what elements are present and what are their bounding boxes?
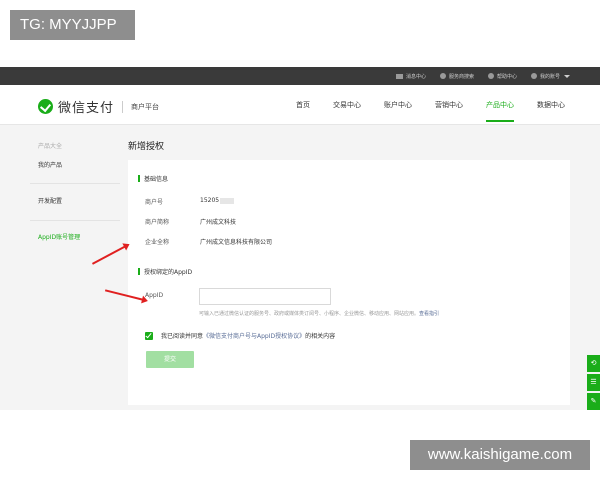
topbar-messages-label: 消息中心 <box>405 73 426 80</box>
sidebar-item-dev-config[interactable]: 开发配置 <box>38 196 62 205</box>
topbar-account[interactable]: 我的账号 <box>530 73 570 80</box>
agreement-checkbox[interactable] <box>145 331 153 340</box>
nav-data[interactable]: 数据中心 <box>537 85 565 125</box>
nav-account[interactable]: 账户中心 <box>384 85 412 125</box>
help-icon <box>487 73 494 79</box>
topbar-help[interactable]: 帮助中心 <box>487 73 517 80</box>
sidebar-divider <box>30 183 120 184</box>
merchant-id-value: 15205 <box>200 197 235 204</box>
top-utility-bar: 消息中心 服务商搜索 帮助中心 我的账号 <box>0 67 600 85</box>
company-name-value: 广州成文信息科技有限公司 <box>200 239 273 246</box>
agreement-prefix: 我已阅读并同意 <box>161 333 204 340</box>
logo-divider <box>122 100 124 113</box>
agreement-suffix: 的相关内容 <box>305 333 336 340</box>
wechat-pay-logo-icon <box>38 99 53 114</box>
topbar-service-label: 服务商搜索 <box>448 73 474 80</box>
merchant-id-label: 商户号 <box>145 199 164 206</box>
appid-hint: 可输入已通过微信认证的服务号、政府或媒体类订阅号、小程序、企业微信、移动应用、网… <box>199 310 439 317</box>
topbar-messages[interactable]: 消息中心 <box>395 73 426 80</box>
form-panel: 基础信息 商户号 15205 商户简称 广州成文科技 企业全称 广州成文信息科技… <box>128 160 570 405</box>
mail-icon <box>395 73 403 79</box>
section-basic-info: 基础信息 <box>138 174 168 183</box>
view-guide-link[interactable]: 查看指引 <box>419 311 439 317</box>
sidebar-item-my-products[interactable]: 我的产品 <box>38 160 62 169</box>
merchant-short-name-value: 广州成文科技 <box>200 219 237 226</box>
logo-text: 微信支付 <box>58 101 115 116</box>
topbar-help-label: 帮助中心 <box>496 73 517 80</box>
topbar-account-label: 我的账号 <box>539 73 560 80</box>
submit-button[interactable]: 提交 <box>146 351 194 368</box>
sidebar: 产品大全 我的产品 开发配置 AppID账号管理 <box>0 126 120 410</box>
page-title: 新增授权 <box>128 142 165 152</box>
nav-marketing[interactable]: 营销中心 <box>435 85 463 125</box>
section-appid: 授权绑定的AppID <box>138 267 192 276</box>
appid-hint-text: 可输入已通过微信认证的服务号、政府或媒体类订阅号、小程序、企业微信、移动应用、网… <box>199 311 420 317</box>
sidebar-group-label: 产品大全 <box>38 143 63 150</box>
main-header: 微信支付 商户平台 首页 交易中心 账户中心 营销中心 产品中心 数据中心 <box>0 85 600 125</box>
feedback-icon[interactable]: ☰ <box>587 374 600 391</box>
service-icon <box>439 73 446 79</box>
watermark-bottom: www.kaishigame.com <box>410 440 590 470</box>
company-name-label: 企业全称 <box>145 239 170 246</box>
brand-logo[interactable]: 微信支付 商户平台 <box>38 97 159 116</box>
chevron-down-icon <box>564 74 570 78</box>
merchant-short-name-label: 商户简称 <box>145 219 170 226</box>
nav-products[interactable]: 产品中心 <box>486 85 514 125</box>
nav-home[interactable]: 首页 <box>296 85 310 125</box>
floating-tools: ⟲ ☰ ✎ <box>587 355 600 410</box>
screenshot-frame: 消息中心 服务商搜索 帮助中心 我的账号 微信支付 商户平台 首页 交易中心 账… <box>0 67 600 410</box>
edit-icon[interactable]: ✎ <box>587 393 600 410</box>
agreement-link[interactable]: 《微信支付商户号与AppID授权协议》 <box>203 331 305 340</box>
sidebar-item-appid-manage[interactable]: AppID账号管理 <box>38 232 80 241</box>
redacted-mask <box>220 197 235 204</box>
watermark-top: TG: MYYJJPP <box>10 10 135 40</box>
share-icon[interactable]: ⟲ <box>587 355 600 372</box>
agreement-row: 我已阅读并同意 《微信支付商户号与AppID授权协议》 的相关内容 <box>145 331 335 340</box>
platform-name: 商户平台 <box>131 102 160 111</box>
nav-trade[interactable]: 交易中心 <box>333 85 361 125</box>
topbar-service-search[interactable]: 服务商搜索 <box>439 73 474 80</box>
appid-input[interactable] <box>199 288 331 305</box>
sidebar-divider <box>30 220 120 221</box>
main-nav: 首页 交易中心 账户中心 营销中心 产品中心 数据中心 <box>296 85 588 125</box>
user-icon <box>530 73 537 79</box>
